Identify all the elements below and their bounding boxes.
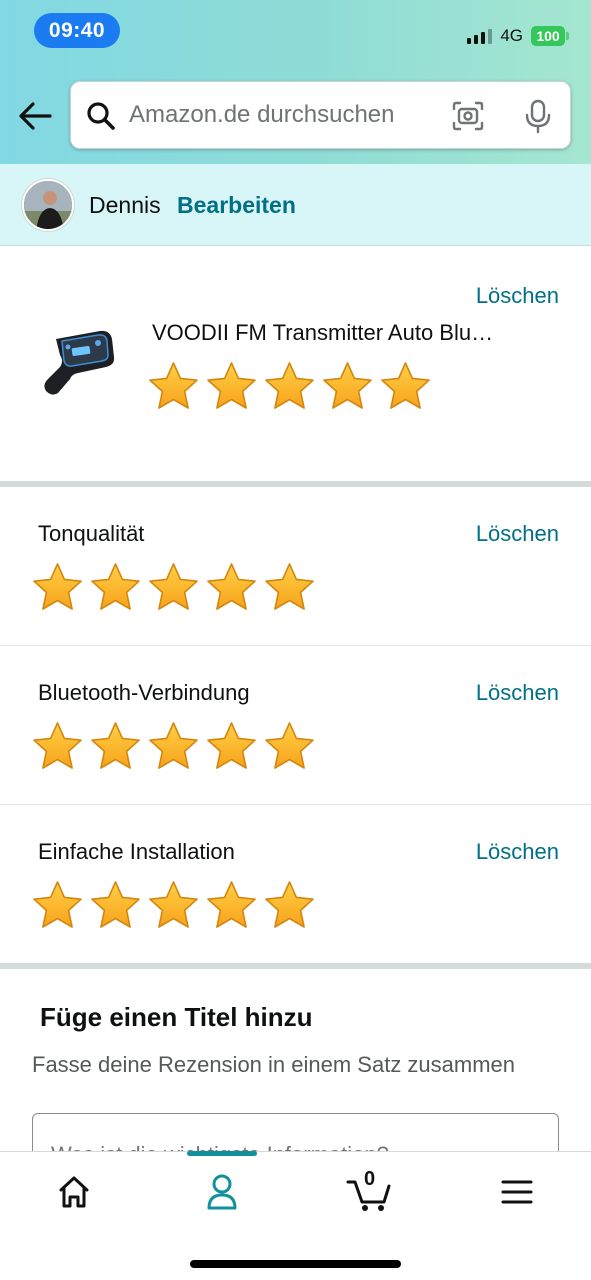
tonqualitaet-star-rating[interactable] bbox=[31, 561, 316, 614]
star-icon[interactable] bbox=[379, 360, 432, 413]
back-arrow-icon[interactable] bbox=[16, 98, 56, 134]
home-indicator-bar bbox=[190, 1260, 401, 1268]
star-icon[interactable] bbox=[205, 561, 258, 614]
section-divider bbox=[0, 481, 591, 487]
star-icon[interactable] bbox=[89, 561, 142, 614]
star-icon[interactable] bbox=[263, 561, 316, 614]
cart-count: 0 bbox=[364, 1168, 376, 1190]
star-icon[interactable] bbox=[263, 360, 316, 413]
star-icon[interactable] bbox=[147, 720, 200, 773]
attribute-label-installation: Einfache Installation bbox=[38, 839, 235, 864]
battery-level: 100 bbox=[531, 26, 565, 46]
row-divider bbox=[0, 804, 591, 805]
delete-product-rating-link[interactable]: Löschen bbox=[476, 283, 559, 309]
star-icon[interactable] bbox=[321, 360, 374, 413]
star-icon[interactable] bbox=[263, 720, 316, 773]
star-icon[interactable] bbox=[147, 360, 200, 413]
star-icon[interactable] bbox=[89, 879, 142, 932]
delete-bluetooth-link[interactable]: Löschen bbox=[476, 680, 559, 706]
search-icon bbox=[87, 102, 115, 130]
profile-name: Dennis bbox=[89, 192, 161, 218]
section-divider bbox=[0, 963, 591, 969]
bottom-nav: 0 bbox=[0, 1151, 591, 1280]
bluetooth-star-rating[interactable] bbox=[31, 720, 316, 773]
delete-tonqualitaet-link[interactable]: Löschen bbox=[476, 521, 559, 547]
account-icon[interactable] bbox=[192, 1170, 252, 1214]
title-section-subtitle: Fasse deine Rezension in einem Satz zusa… bbox=[32, 1052, 516, 1077]
menu-icon[interactable] bbox=[487, 1170, 547, 1214]
attribute-label-bluetooth: Bluetooth-Verbindung bbox=[38, 680, 250, 705]
search-bar[interactable] bbox=[70, 81, 571, 149]
product-title: VOODII FM Transmitter Auto Blu… bbox=[152, 320, 494, 345]
product-image bbox=[44, 330, 115, 395]
top-header: 09:40 4G 100 bbox=[0, 0, 591, 164]
cart-button[interactable]: 0 bbox=[338, 1168, 398, 1214]
star-icon[interactable] bbox=[31, 561, 84, 614]
star-icon[interactable] bbox=[89, 720, 142, 773]
avatar bbox=[22, 179, 74, 231]
star-icon[interactable] bbox=[31, 720, 84, 773]
battery-icon: 100 bbox=[531, 26, 569, 46]
active-tab-indicator bbox=[187, 1151, 257, 1156]
network-type: 4G bbox=[500, 26, 523, 45]
star-icon[interactable] bbox=[205, 879, 258, 932]
star-icon[interactable] bbox=[205, 360, 258, 413]
attribute-label-tonqualitaet: Tonqualität bbox=[38, 521, 145, 546]
profile-bar: Dennis Bearbeiten bbox=[0, 164, 591, 246]
microphone-icon[interactable] bbox=[523, 98, 553, 134]
star-icon[interactable] bbox=[263, 879, 316, 932]
signal-icon bbox=[467, 28, 493, 44]
row-divider bbox=[0, 645, 591, 646]
title-section-heading: Füge einen Titel hinzu bbox=[40, 1002, 313, 1032]
search-input[interactable] bbox=[129, 82, 429, 148]
status-indicators: 4G 100 bbox=[467, 24, 569, 48]
camera-scan-icon[interactable] bbox=[451, 100, 485, 132]
star-icon[interactable] bbox=[147, 561, 200, 614]
product-star-rating[interactable] bbox=[147, 360, 432, 413]
edit-profile-link[interactable]: Bearbeiten bbox=[177, 192, 296, 219]
installation-star-rating[interactable] bbox=[31, 879, 316, 932]
delete-installation-link[interactable]: Löschen bbox=[476, 839, 559, 865]
status-time: 09:40 bbox=[34, 13, 120, 48]
star-icon[interactable] bbox=[205, 720, 258, 773]
star-icon[interactable] bbox=[147, 879, 200, 932]
product-card: Löschen VOODII FM Transmitter Auto Blu… bbox=[0, 247, 591, 481]
star-icon[interactable] bbox=[31, 879, 84, 932]
home-icon[interactable] bbox=[44, 1170, 104, 1214]
